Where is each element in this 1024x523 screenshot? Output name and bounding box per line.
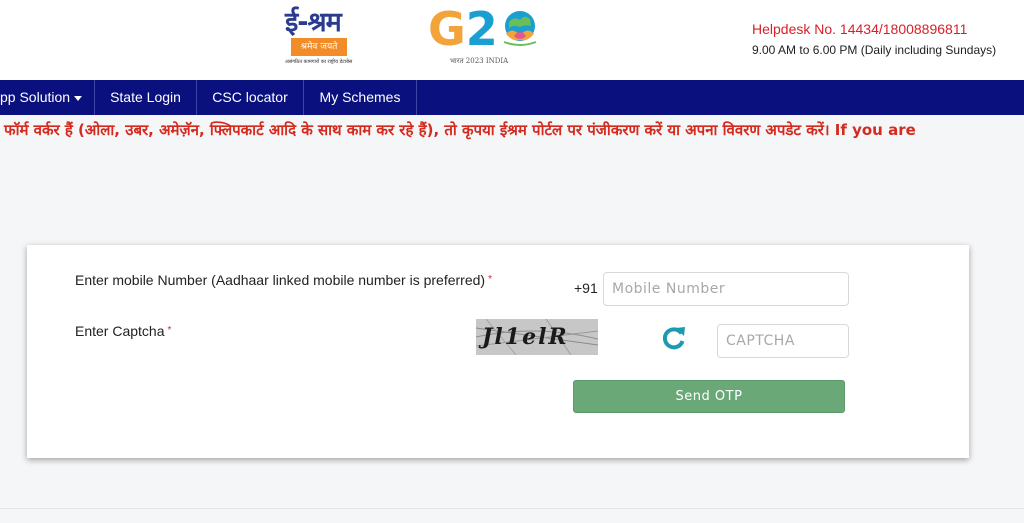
main-nav: pp Solution State Login CSC locator My S… (0, 80, 1024, 115)
required-mark: * (488, 274, 492, 285)
country-code: +91 (574, 280, 598, 296)
nav-item-label: pp Solution (0, 89, 71, 105)
captcha-label-text: Enter Captcha (75, 323, 165, 339)
eshram-logo[interactable]: ई-श्रम श्रमेव जयते असंगठित कामगारों का र… (285, 8, 367, 66)
eshram-logo-band: श्रमेव जयते (291, 38, 347, 56)
g20-lotus-globe-icon (503, 11, 537, 46)
captcha-image: Jl1elR (476, 319, 598, 355)
nav-item-my-schemes[interactable]: My Schemes (304, 80, 417, 115)
nav-item-app-solution[interactable]: pp Solution (0, 80, 95, 115)
g20-logo-text: G2 (428, 2, 498, 56)
mobile-number-input[interactable] (603, 272, 849, 306)
announcement-marquee: फॉर्म वर्कर हैं (ओला, उबर, अमेज़ॅन, फ्लि… (0, 115, 1024, 145)
g20-logo: G2 भारत 2023 INDIA (428, 6, 540, 66)
eshram-logo-tagline: असंगठित कामगारों का राष्ट्रीय डेटाबेस (285, 59, 353, 65)
nav-item-csc-locator[interactable]: CSC locator (197, 80, 304, 115)
eshram-logo-title: ई-श्रम (285, 7, 342, 38)
mobile-number-label-text: Enter mobile Number (Aadhaar linked mobi… (75, 272, 486, 288)
required-mark: * (167, 325, 172, 336)
captcha-image-text: Jl1elR (482, 324, 569, 350)
refresh-icon[interactable] (661, 325, 687, 351)
g20-logo-subtitle: भारत 2023 INDIA (450, 57, 509, 65)
captcha-label: Enter Captcha * (75, 321, 205, 341)
caret-down-icon (74, 95, 83, 101)
captcha-input[interactable] (717, 324, 849, 358)
nav-item-state-login[interactable]: State Login (95, 80, 197, 115)
login-form-card: Enter mobile Number (Aadhaar linked mobi… (27, 245, 969, 458)
nav-item-label: CSC locator (212, 89, 288, 105)
helpdesk-hours: 9.00 AM to 6.00 PM (Daily including Sund… (752, 43, 997, 57)
nav-item-label: My Schemes (319, 89, 401, 105)
footer-divider (0, 508, 1024, 509)
send-otp-button[interactable]: Send OTP (573, 380, 845, 413)
site-header: ई-श्रम श्रमेव जयते असंगठित कामगारों का र… (0, 0, 1024, 80)
helpdesk-number: Helpdesk No. 14434/18008896811 (752, 21, 968, 37)
announcement-text: फॉर्म वर्कर हैं (ओला, उबर, अमेज़ॅन, फ्लि… (4, 121, 916, 139)
nav-item-label: State Login (110, 89, 181, 105)
mobile-number-label: Enter mobile Number (Aadhaar linked mobi… (75, 270, 525, 290)
